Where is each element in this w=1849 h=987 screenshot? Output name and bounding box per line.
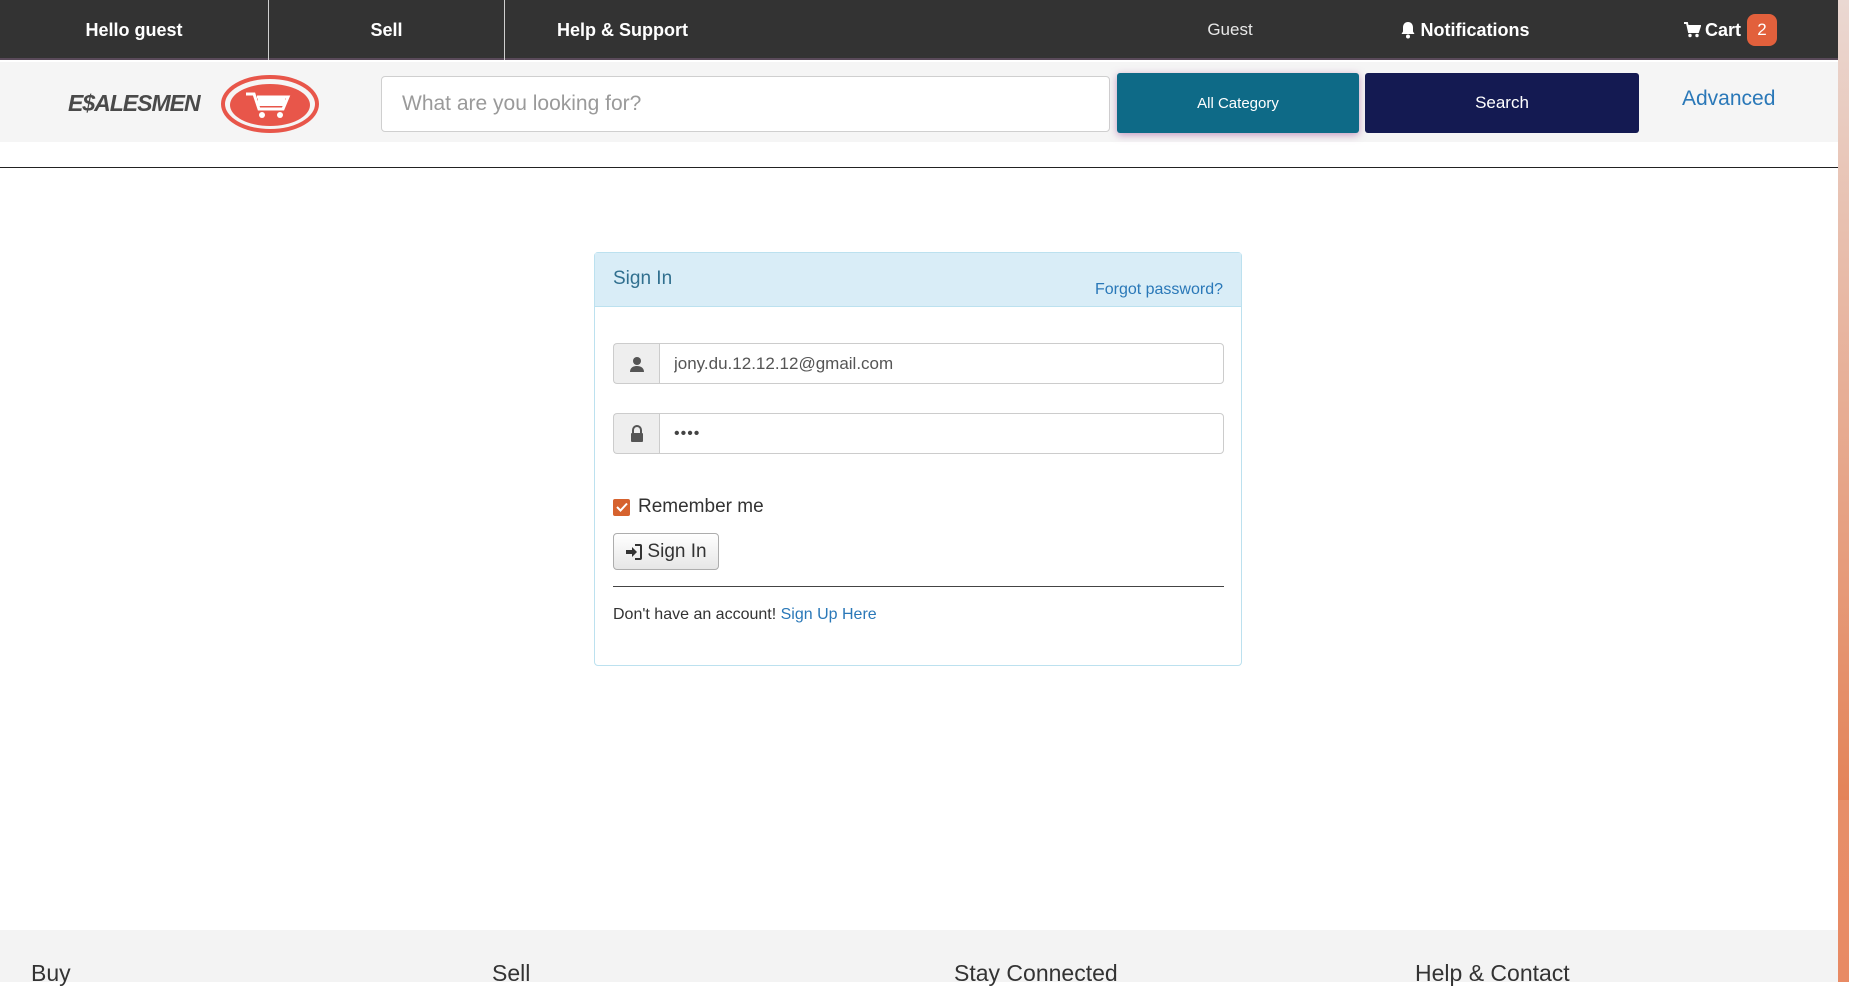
sell-link[interactable]: Sell <box>269 0 504 60</box>
cart-link[interactable]: Cart 2 <box>1655 0 1805 60</box>
all-category-button[interactable]: All Category <box>1117 73 1359 133</box>
sign-in-button[interactable]: Sign In <box>613 533 719 570</box>
footer-heading-sell: Sell <box>492 960 531 986</box>
remember-me-label: Remember me <box>638 496 764 517</box>
remember-me-checkbox[interactable] <box>613 498 630 516</box>
footer-heading-buy: Buy <box>31 960 71 986</box>
panel-title: Sign In <box>613 268 673 289</box>
signup-prompt: Don't have an account! Sign Up Here <box>613 606 877 624</box>
greeting-label: Hello guest <box>85 19 183 40</box>
panel-divider <box>613 586 1224 587</box>
top-navbar: Hello guest Sell Help & Support Guest No… <box>0 0 1838 60</box>
advanced-search-link[interactable]: Advanced <box>1682 87 1775 111</box>
hello-guest-link[interactable]: Hello guest <box>0 0 268 60</box>
email-input-group <box>613 343 1224 384</box>
footer-heading-help-contact: Help & Contact <box>1415 960 1570 986</box>
notifications-link[interactable]: Notifications <box>1395 0 1535 60</box>
panel-heading: Sign In Forgot password? <box>595 253 1241 307</box>
remember-me-row[interactable]: Remember me <box>613 496 764 518</box>
cart-count-badge: 2 <box>1747 14 1777 46</box>
lock-icon <box>630 425 643 442</box>
site-header: E$ALESMEN All Category Search Advanced <box>0 62 1838 142</box>
user-icon-addon <box>613 343 659 384</box>
logo-text[interactable]: E$ALESMEN <box>68 90 201 117</box>
lock-icon-addon <box>613 413 659 454</box>
sign-in-label: Sign In <box>647 540 707 562</box>
forgot-password-link[interactable]: Forgot password? <box>1095 281 1223 299</box>
user-icon <box>629 356 644 372</box>
user-label: Guest <box>1207 20 1253 39</box>
cart-logo-icon[interactable] <box>220 74 320 134</box>
search-button[interactable]: Search <box>1365 73 1639 133</box>
help-support-label: Help & Support <box>557 19 688 40</box>
password-field[interactable]: •••• <box>659 413 1224 454</box>
no-account-text: Don't have an account! <box>613 606 777 623</box>
sign-in-icon <box>626 543 643 560</box>
search-input[interactable] <box>381 76 1110 132</box>
cart-icon <box>1683 22 1701 38</box>
check-icon <box>615 502 628 512</box>
site-footer: Buy Sell Stay Connected Help & Contact <box>0 930 1838 986</box>
cart-label: Cart <box>1704 19 1741 40</box>
scrollbar-thumb[interactable] <box>1838 0 1849 800</box>
notifications-label: Notifications <box>1420 19 1530 40</box>
header-divider <box>0 167 1838 168</box>
email-field[interactable] <box>659 343 1224 384</box>
bell-icon <box>1401 22 1415 39</box>
footer-heading-stay-connected: Stay Connected <box>954 960 1118 986</box>
help-support-link[interactable]: Help & Support <box>505 0 740 60</box>
sell-label: Sell <box>370 19 403 40</box>
password-input-group: •••• <box>613 413 1224 454</box>
sign-up-link[interactable]: Sign Up Here <box>781 606 877 623</box>
guest-user-link[interactable]: Guest <box>1180 0 1280 60</box>
signin-panel: Sign In Forgot password? •••• Remember m… <box>594 252 1242 666</box>
